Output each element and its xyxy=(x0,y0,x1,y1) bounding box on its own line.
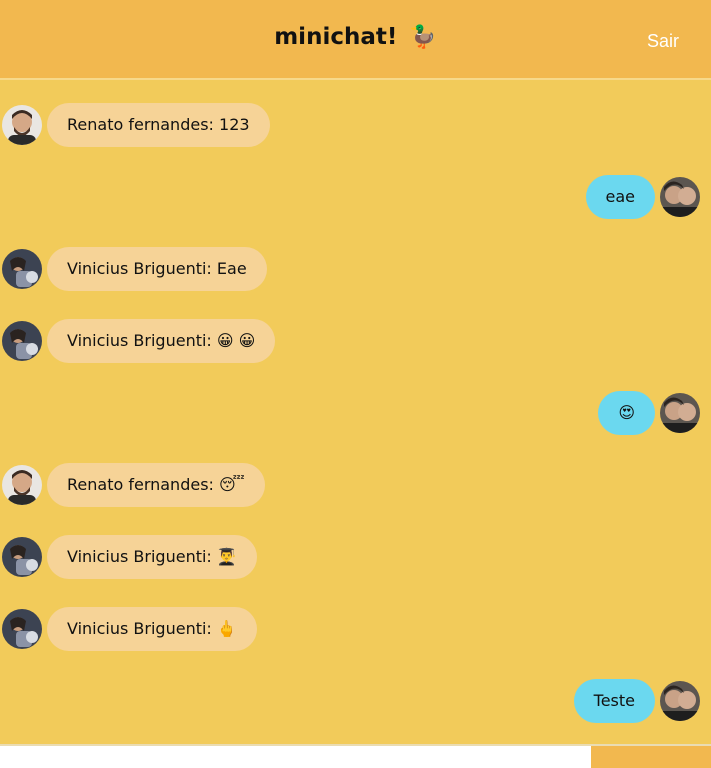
message-input[interactable] xyxy=(0,746,591,768)
avatar-self xyxy=(660,681,700,721)
message-row: Vinicius Briguenti: 👨‍🎓 xyxy=(0,535,711,579)
avatar-renato xyxy=(2,105,42,145)
message-bubble: Vinicius Briguenti: 😀 😀 xyxy=(47,319,276,363)
message-bubble: Vinicius Briguenti: 🖕 xyxy=(47,607,257,651)
message-bubble: Teste xyxy=(573,679,655,723)
logout-button[interactable]: Sair xyxy=(647,31,679,52)
duck-logo-icon: 🦆 xyxy=(409,25,437,50)
message-row: Renato fernandes: 😴 xyxy=(0,463,711,507)
avatar-vinicius xyxy=(2,321,42,361)
message-bubble: 😍 xyxy=(598,391,655,435)
message-bubble: Vinicius Briguenti: Eae xyxy=(47,247,267,291)
message-list[interactable]: Renato fernandes: 123 eae Vinicius Brigu… xyxy=(0,82,711,744)
message-row: Vinicius Briguenti: 😀 😀 xyxy=(0,319,711,363)
app-header: minichat! 🦆 Sair xyxy=(0,0,711,80)
message-row: Vinicius Briguenti: 🖕 xyxy=(0,607,711,651)
message-bubble: Vinicius Briguenti: 👨‍🎓 xyxy=(47,535,257,579)
message-composer xyxy=(0,744,711,768)
avatar-vinicius xyxy=(2,249,42,289)
app-title-text: minichat! xyxy=(274,24,398,50)
avatar-vinicius xyxy=(2,609,42,649)
app-title: minichat! 🦆 xyxy=(0,24,711,50)
message-bubble: Renato fernandes: 😴 xyxy=(47,463,265,507)
message-row: eae xyxy=(0,175,711,219)
message-row: Renato fernandes: 123 xyxy=(0,103,711,147)
message-row: Vinicius Briguenti: Eae xyxy=(0,247,711,291)
message-row: 😍 xyxy=(0,391,711,435)
message-bubble: eae xyxy=(585,175,655,219)
avatar-self xyxy=(660,177,700,217)
message-row: Teste xyxy=(0,679,711,723)
send-button[interactable] xyxy=(591,746,711,768)
avatar-self xyxy=(660,393,700,433)
avatar-renato xyxy=(2,465,42,505)
avatar-vinicius xyxy=(2,537,42,577)
message-bubble: Renato fernandes: 123 xyxy=(47,103,270,147)
